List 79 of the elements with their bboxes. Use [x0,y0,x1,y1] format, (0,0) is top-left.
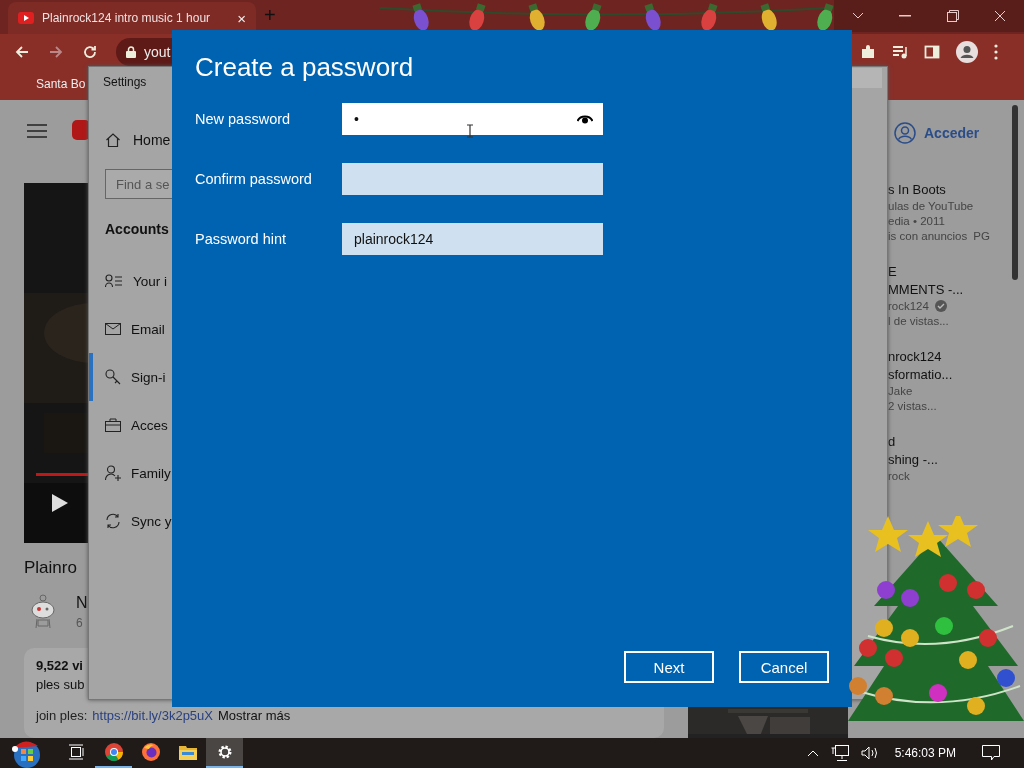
description-text: join ples: [36,708,88,723]
briefcase-icon [105,418,121,432]
notification-icon[interactable] [982,745,1000,761]
fox-globe-icon [141,743,160,761]
nav-item[interactable]: Email [89,305,189,353]
person-add-icon [105,465,121,481]
eye-icon[interactable] [577,114,593,124]
back-icon[interactable] [14,44,30,60]
nav-item[interactable]: Acces [89,401,189,449]
nav-item[interactable]: Your i [89,257,189,305]
dialog-title: Create a password [195,52,414,83]
menu-icon[interactable] [27,124,47,138]
browser-icon [104,743,123,761]
channel-name[interactable]: N [76,594,88,612]
next-button[interactable]: Next [624,651,714,683]
minimize-icon[interactable] [899,15,912,17]
video-title[interactable]: MMENTS -... [888,282,964,297]
puzzle-icon[interactable] [860,44,876,60]
video-title[interactable]: nrock124 [888,349,942,364]
text-cursor-icon [466,124,474,138]
video-meta: ulas de YouTube [888,200,974,212]
forward-icon[interactable] [48,44,64,60]
taskbar-app[interactable] [206,738,243,768]
nav-item[interactable]: Family [89,449,189,497]
browser-tab[interactable]: Plainrock124 intro music 1 hour × [8,2,256,34]
account-icon [894,122,916,144]
description-text: 9,522 vi [36,658,84,673]
clock[interactable]: 5:46:03 PM [894,746,956,760]
task-view-icon [67,744,86,760]
play-icon[interactable] [52,494,68,512]
input-field[interactable]: • [342,103,603,135]
lock-icon [126,46,136,58]
video-title: Plainro [24,558,77,578]
close-tab-button[interactable]: × [237,9,246,27]
video-title[interactable]: sformatio... [888,367,953,382]
caret-icon[interactable] [851,12,864,20]
field-label: New password [195,111,292,127]
section-heading: Accounts [104,221,170,237]
description-text: ples sub [36,677,86,692]
video-meta: Jake [888,385,913,397]
settings-icon [216,744,233,760]
volume-icon[interactable] [860,746,879,760]
key-icon [105,369,121,385]
subscriber-count: 6 [76,616,83,630]
video-title[interactable]: shing -... [888,452,938,467]
play-logo-icon [18,12,34,24]
folder-icon [178,744,197,760]
video-title[interactable]: d [888,434,896,449]
profile-icon[interactable] [956,41,978,63]
link[interactable]: https://bit.ly/3k2p5uX [92,708,213,723]
close-icon[interactable] [994,10,1007,22]
video-meta: edia • 2011 [888,215,945,227]
input-field[interactable] [342,163,603,195]
home-item[interactable]: Home [89,125,189,155]
sync-icon [105,513,121,529]
input-field[interactable]: plainrock124 [342,223,603,255]
contact-icon [105,274,123,288]
home-icon [105,132,121,148]
restore-icon[interactable] [946,10,959,22]
bookmark-link[interactable]: Santa Bo [36,77,86,91]
mail-icon [105,323,121,335]
video-title[interactable]: E [888,264,897,279]
show-more-link[interactable]: Mostrar más [218,708,291,723]
robot-icon [28,592,58,630]
playlist-icon[interactable] [892,44,908,60]
reload-icon[interactable] [82,44,98,60]
network-icon[interactable] [830,745,849,761]
video-meta: rock124 [888,300,929,312]
field-label: Password hint [195,231,288,247]
cancel-button[interactable]: Cancel [739,651,829,683]
side-panel-icon[interactable] [924,44,940,60]
tab-title: Plainrock124 intro music 1 hour [42,11,212,25]
video-tag: is con anuncios [888,230,968,242]
window-title: Settings [103,75,147,89]
video-meta: 2 vistas... [888,400,937,412]
video-title[interactable]: s In Boots [888,182,946,197]
video-tag: PG [973,230,990,242]
more-icon[interactable] [994,44,998,60]
video-meta: rock [888,470,910,482]
